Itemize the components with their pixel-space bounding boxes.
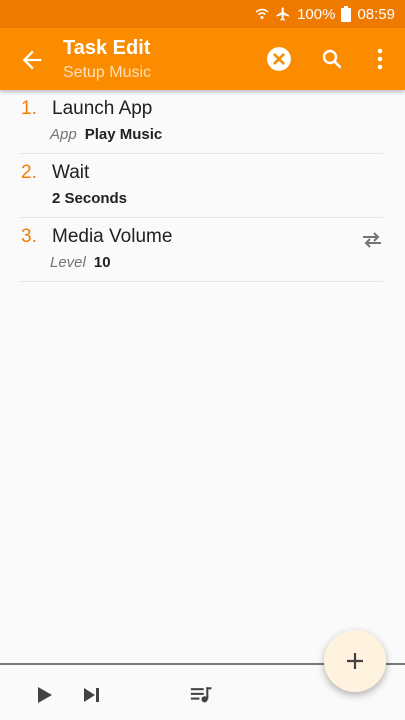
page-title: Task Edit: [63, 37, 151, 59]
action-item-launch-app[interactable]: 1. Launch App App Play Music: [0, 90, 405, 154]
add-action-button[interactable]: [324, 630, 386, 692]
search-icon: [322, 49, 342, 69]
clear-icon: [267, 47, 291, 71]
more-vert-icon: [377, 48, 383, 70]
queue-button[interactable]: [190, 683, 214, 707]
action-name: Launch App: [52, 98, 153, 119]
action-item-media-volume[interactable]: 3. Media Volume Level 10: [0, 218, 405, 282]
action-name: Media Volume: [52, 226, 173, 247]
clear-button[interactable]: [265, 45, 293, 73]
search-button[interactable]: [318, 45, 346, 73]
back-arrow-icon: [22, 50, 42, 70]
battery-icon: [341, 6, 352, 22]
step-button[interactable]: [80, 683, 104, 707]
action-list: 1. Launch App App Play Music 2. Wait 2 Se…: [0, 90, 405, 282]
param-label: Level: [50, 254, 86, 271]
action-number: 2.: [21, 162, 37, 183]
app-bar: Task Edit Setup Music: [0, 28, 405, 90]
action-item-wait[interactable]: 2. Wait 2 Seconds: [0, 154, 405, 218]
status-bar: 100% 08:59: [0, 0, 405, 28]
divider: [20, 281, 383, 282]
play-icon: [38, 687, 52, 703]
action-detail: 2 Seconds: [52, 190, 127, 207]
swap-icon[interactable]: [361, 231, 383, 254]
skip-next-icon: [84, 688, 99, 702]
action-name: Wait: [52, 162, 90, 183]
param-value: Play Music: [84, 126, 163, 143]
back-button[interactable]: [18, 46, 46, 74]
queue-music-icon: [190, 687, 212, 703]
action-detail: App Play Music: [50, 126, 162, 143]
battery-percent: 100%: [297, 5, 336, 23]
more-options-button[interactable]: [366, 45, 394, 73]
action-number: 3.: [21, 226, 37, 247]
airplane-icon: [275, 6, 291, 22]
status-time: 08:59: [357, 5, 395, 23]
param-label: App: [50, 126, 77, 143]
param-value: 10: [93, 254, 111, 271]
action-number: 1.: [21, 98, 37, 119]
param-value: 2 Seconds: [52, 190, 128, 207]
action-detail: Level 10: [50, 254, 111, 271]
wifi-calling-icon: [255, 7, 269, 21]
plus-icon: [347, 653, 363, 669]
page-subtitle: Setup Music: [63, 64, 152, 81]
play-button[interactable]: [32, 683, 56, 707]
